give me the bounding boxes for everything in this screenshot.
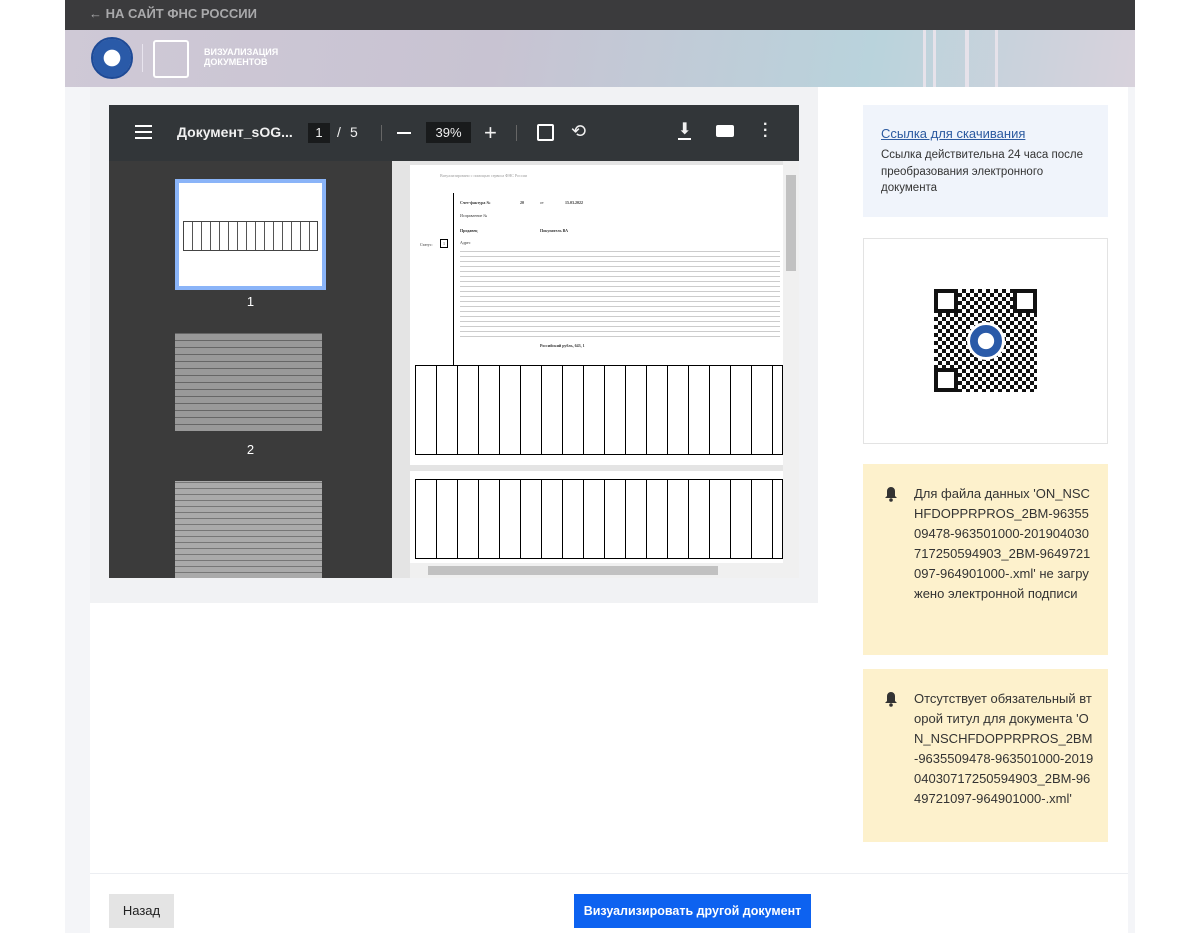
- warning-text: Отсутствует обязательный второй титул дл…: [914, 691, 1094, 806]
- status-label: Статус:: [420, 242, 433, 247]
- vertical-scrollbar[interactable]: [783, 161, 799, 563]
- from-label: от: [540, 200, 544, 205]
- goods-table: [415, 479, 783, 559]
- invoice-label: Счет-фактура №: [460, 200, 491, 205]
- download-panel: Ссылка для скачивания Ссылка действитель…: [863, 105, 1108, 217]
- service-title: ВИЗУАЛИЗАЦИЯ ДОКУМЕНТОВ: [204, 47, 279, 67]
- thumbnail-label: 1: [246, 294, 255, 309]
- top-bar: ← НА САЙТ ФНС РОССИИ: [65, 0, 1135, 30]
- download-link[interactable]: Ссылка для скачивания: [881, 126, 1090, 141]
- seller-name: Покупатель ВА: [540, 228, 568, 233]
- rotate-icon[interactable]: ⟲: [571, 121, 586, 142]
- pdf-viewer: Документ_sOG... 1 / 5 39% + ⟲ ⬇ · · · 1 2 …: [109, 105, 799, 578]
- status-value: 1: [440, 239, 448, 248]
- page-separator: /: [337, 124, 341, 140]
- left-margin-line: [453, 193, 454, 365]
- visualize-another-button[interactable]: Визуализировать другой документ: [574, 894, 811, 928]
- fns-emblem-logo[interactable]: [91, 37, 133, 79]
- thumbnail-sidebar: 1 2: [109, 161, 392, 578]
- total-pages: 5: [350, 124, 358, 140]
- warning-text: Для файла данных 'ON_NSCHFDOPPRPROS_2BM-…: [914, 486, 1091, 601]
- thumbnail-page-3[interactable]: [175, 481, 322, 578]
- download-icon[interactable]: ⬇: [678, 122, 692, 140]
- footer-divider: [90, 873, 1128, 874]
- page-number-input[interactable]: 1: [308, 123, 330, 143]
- document-page-1: Визуализировано с помощью сервиса ФНС Ро…: [410, 165, 783, 465]
- more-options-icon[interactable]: · · ·: [763, 117, 768, 145]
- invoice-date: 15.03.2022: [565, 200, 583, 205]
- currency: Российский рубль, 643, 1: [540, 343, 585, 348]
- seller-label: Продавец: [460, 228, 478, 233]
- thumbnail-label: 2: [246, 442, 255, 457]
- thumbnail-page-1[interactable]: [175, 179, 326, 290]
- visualization-logo-icon: [153, 40, 189, 78]
- toolbar-divider: [381, 125, 382, 141]
- menu-icon[interactable]: [135, 125, 152, 139]
- warning-missing-title: Отсутствует обязательный второй титул дл…: [863, 669, 1108, 842]
- document-filename: Документ_sOG...: [177, 124, 293, 140]
- fns-site-link[interactable]: ← НА САЙТ ФНС РОССИИ: [89, 6, 257, 21]
- thumbnail-page-2[interactable]: [175, 333, 322, 431]
- document-area: Визуализировано с помощью сервиса ФНС Ро…: [392, 161, 799, 578]
- warning-no-signature: Для файла данных 'ON_NSCHFDOPPRPROS_2BM-…: [863, 464, 1108, 655]
- zoom-in-button[interactable]: +: [484, 120, 497, 146]
- bell-icon: [884, 691, 898, 707]
- print-icon[interactable]: [716, 125, 734, 137]
- viewer-toolbar: Документ_sOG... 1 / 5 39% + ⟲ ⬇ · · ·: [109, 105, 799, 161]
- document-page-2: [410, 471, 783, 578]
- divider: [142, 44, 143, 72]
- invoice-number: 20: [520, 200, 524, 205]
- horizontal-scrollbar[interactable]: [410, 563, 799, 578]
- zoom-input[interactable]: 39%: [426, 122, 471, 143]
- download-note: Ссылка действительна 24 часа после преоб…: [881, 149, 1083, 194]
- fit-page-icon[interactable]: [537, 124, 554, 141]
- qr-code: [934, 289, 1037, 392]
- back-button[interactable]: Назад: [109, 894, 174, 928]
- fns-emblem-icon: [967, 322, 1005, 360]
- bell-icon: [884, 486, 898, 502]
- correction-label: Исправление №: [460, 213, 488, 218]
- address-label: Адрес: [460, 240, 471, 245]
- document-header: Визуализировано с помощью сервиса ФНС Ро…: [440, 173, 527, 178]
- qr-code-panel: [863, 238, 1108, 444]
- zoom-out-button[interactable]: [397, 132, 411, 134]
- header-banner: ВИЗУАЛИЗАЦИЯ ДОКУМЕНТОВ: [65, 30, 1135, 87]
- document-details: [460, 251, 780, 341]
- toolbar-divider: [516, 125, 517, 141]
- goods-table: [415, 365, 783, 455]
